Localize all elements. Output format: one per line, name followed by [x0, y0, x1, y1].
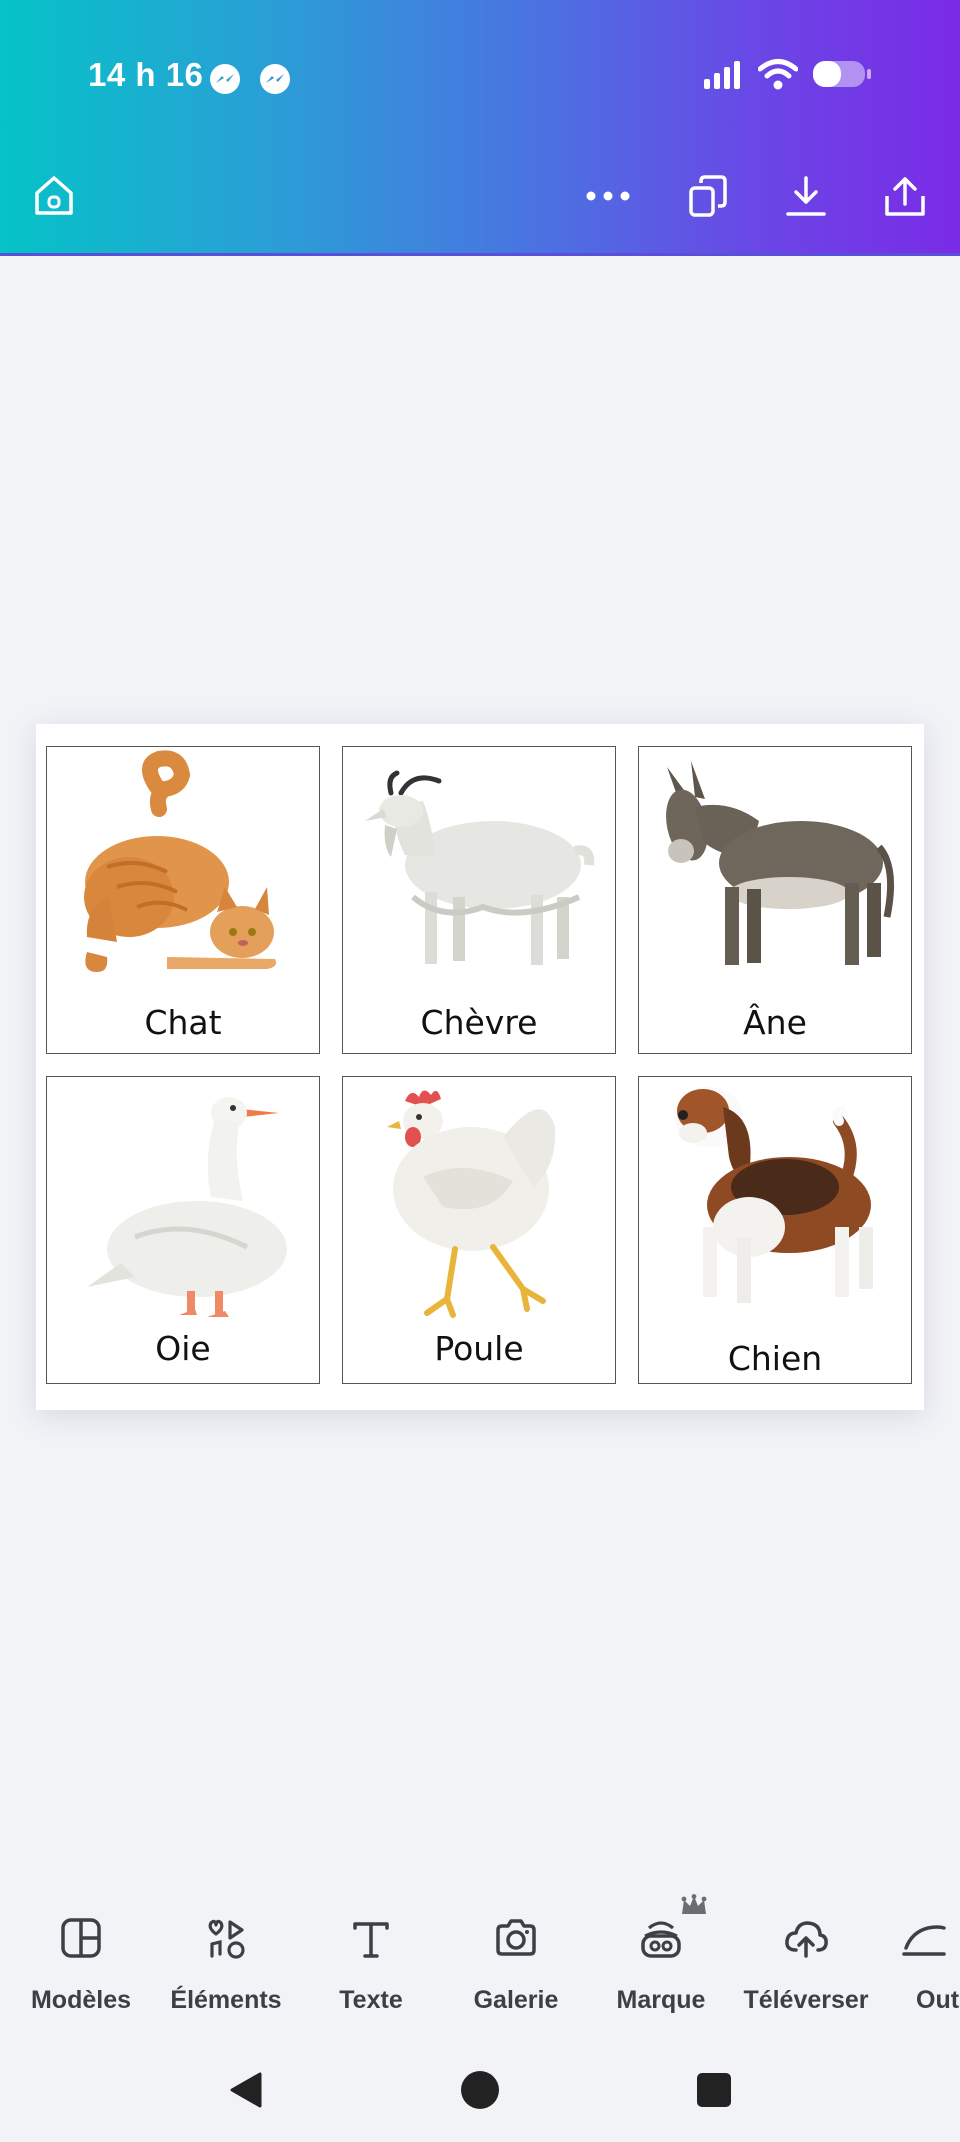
card-label: Chèvre	[420, 1003, 538, 1042]
messenger-icon	[208, 62, 242, 96]
card-chat[interactable]: Chat	[46, 746, 320, 1054]
card-ane[interactable]: Âne	[638, 746, 912, 1054]
system-nav-bar	[0, 2042, 960, 2142]
messenger-icon	[258, 62, 292, 96]
status-time: 14 h 16	[88, 56, 204, 93]
templates-icon	[57, 1914, 105, 1962]
card-label: Âne	[743, 1003, 807, 1042]
back-button[interactable]	[218, 2064, 274, 2120]
card-label: Poule	[434, 1329, 524, 1368]
more-icon	[585, 189, 631, 208]
beagle-illustration	[675, 1087, 873, 1303]
download-icon	[784, 174, 828, 223]
card-chevre[interactable]: Chèvre	[342, 746, 616, 1054]
recents-icon	[696, 2072, 732, 2113]
editor-header: 14 h 16	[0, 0, 960, 256]
home-nav-button[interactable]	[452, 2064, 508, 2120]
tool-galerie[interactable]: Galerie	[441, 1890, 591, 2030]
recents-button[interactable]	[686, 2064, 742, 2120]
more-options-button[interactable]	[578, 168, 638, 228]
camera-icon	[492, 1914, 540, 1962]
elements-icon	[202, 1914, 250, 1962]
tool-outils[interactable]: Out	[876, 1890, 960, 2030]
goat-illustration	[365, 770, 595, 965]
tools-icon	[898, 1914, 946, 1962]
download-button[interactable]	[776, 168, 836, 228]
goose-illustration	[87, 1097, 287, 1317]
card-label: Chat	[144, 1003, 222, 1042]
wifi-icon	[757, 58, 799, 95]
tool-texte[interactable]: Texte	[296, 1890, 446, 2030]
battery-icon	[812, 59, 872, 94]
tool-label: Téléverser	[743, 1986, 869, 2014]
home-icon	[31, 173, 77, 224]
crown-icon	[680, 1894, 708, 1923]
text-icon	[347, 1914, 395, 1962]
hen-illustration	[387, 1090, 556, 1318]
card-poule[interactable]: Poule	[342, 1076, 616, 1384]
home-circle-icon	[460, 2070, 500, 2115]
cat-illustration	[84, 750, 276, 972]
tool-label: Modèles	[30, 1986, 132, 2014]
card-label: Oie	[155, 1329, 211, 1368]
tool-elements[interactable]: Éléments	[151, 1890, 301, 2030]
duplicate-button[interactable]	[678, 168, 738, 228]
upload-icon	[782, 1914, 830, 1962]
share-button[interactable]	[875, 168, 935, 228]
status-system-icons	[702, 56, 872, 96]
editor-bottom-toolbar: Modèles Éléments Texte Galerie Marque Té…	[0, 1890, 960, 2030]
tool-marque[interactable]: Marque	[586, 1890, 736, 2030]
brand-icon	[637, 1914, 685, 1962]
share-icon	[882, 174, 928, 223]
tool-label: Out	[916, 1986, 960, 2014]
tool-label: Éléments	[170, 1986, 282, 2014]
duplicate-icon	[688, 174, 728, 223]
tool-televerser[interactable]: Téléverser	[731, 1890, 881, 2030]
tool-label: Galerie	[473, 1986, 559, 2014]
tool-label: Texte	[339, 1986, 403, 2014]
card-label: Chien	[727, 1339, 823, 1378]
design-page[interactable]: Chat Chèvre Âne Oie Poule Chien	[36, 724, 924, 1410]
home-button[interactable]	[24, 168, 84, 228]
donkey-illustration	[666, 761, 895, 965]
back-icon	[226, 2070, 266, 2115]
tool-label: Marque	[616, 1986, 706, 2014]
tool-modeles[interactable]: Modèles	[6, 1890, 156, 2030]
card-oie[interactable]: Oie	[46, 1076, 320, 1384]
card-chien[interactable]: Chien	[638, 1076, 912, 1384]
signal-icon	[702, 59, 744, 94]
